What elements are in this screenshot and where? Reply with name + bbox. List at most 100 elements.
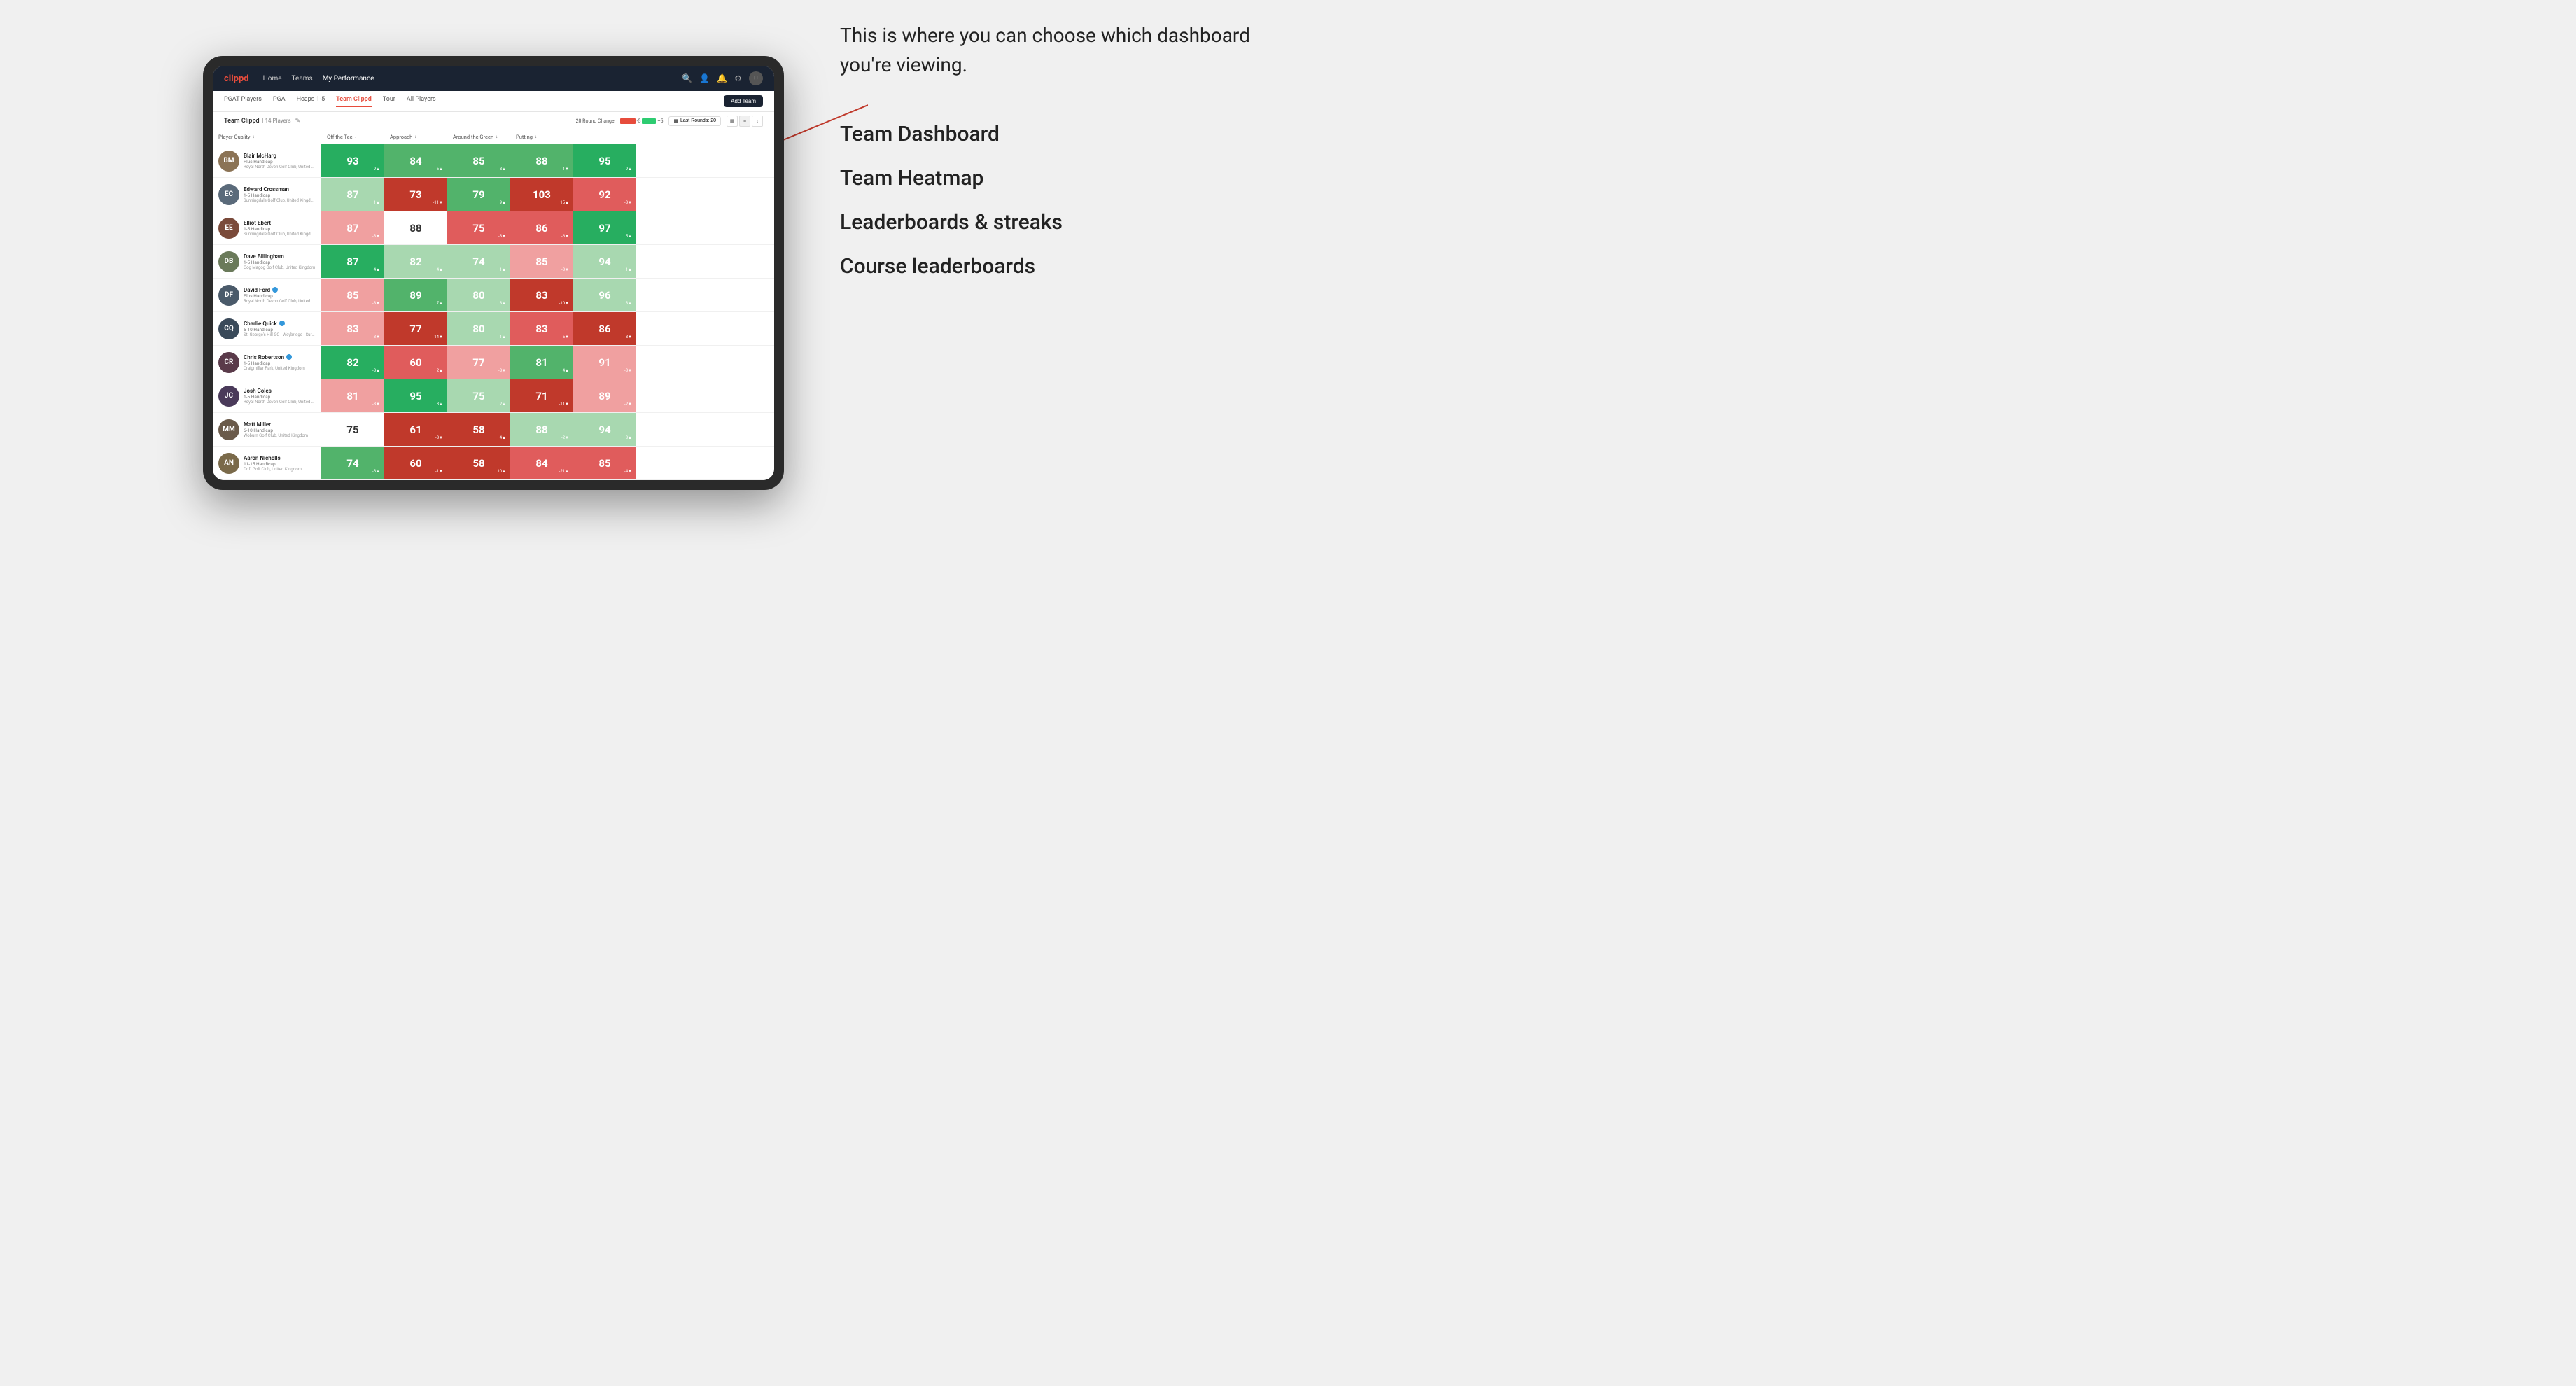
bell-icon[interactable]: 🔔 xyxy=(717,74,727,83)
score-cell-1-0: 871▲ xyxy=(321,178,384,211)
col-header-player[interactable]: Player Quality ↓ xyxy=(213,130,321,144)
player-info-6: CRChris Robertson1-5 HandicapCraigmillar… xyxy=(213,346,321,379)
score-value: 79 xyxy=(472,188,484,201)
add-team-button[interactable]: Add Team xyxy=(724,95,763,107)
table-row[interactable]: DBDave Billingham1-5 HandicapGog Magog G… xyxy=(213,245,774,279)
score-cell-6-3: 814▲ xyxy=(510,346,573,379)
avatar[interactable]: U xyxy=(749,71,763,85)
score-delta: 9▲ xyxy=(626,167,632,172)
table-row[interactable]: ANAaron Nicholls11-15 HandicapDrift Golf… xyxy=(213,447,774,480)
player-info-9: ANAaron Nicholls11-15 HandicapDrift Golf… xyxy=(213,447,321,479)
menu-item-course[interactable]: Course leaderboards xyxy=(840,254,1260,279)
player-club: Royal North Devon Golf Club, United King… xyxy=(244,400,316,405)
table-row[interactable]: CQ Charlie Quick6-10 HandicapSt. George's… xyxy=(213,312,774,346)
table-row[interactable]: JCJosh Coles1-5 HandicapRoyal North Devo… xyxy=(213,379,774,413)
annotation-area: This is where you can choose which dashb… xyxy=(840,21,1260,298)
player-name[interactable]: Elliot Ebert xyxy=(244,220,316,226)
menu-item-dashboard[interactable]: Team Dashboard xyxy=(840,122,1260,146)
player-name[interactable]: Aaron Nicholls xyxy=(244,455,302,461)
person-icon[interactable]: 👤 xyxy=(699,74,710,83)
search-icon[interactable]: 🔍 xyxy=(682,74,692,83)
player-info-7: JCJosh Coles1-5 HandicapRoyal North Devo… xyxy=(213,379,321,412)
score-value: 77 xyxy=(410,323,421,335)
player-details: Elliot Ebert1-5 HandicapSunningdale Golf… xyxy=(244,220,316,237)
score-delta: 4▲ xyxy=(374,267,380,272)
score-value: 95 xyxy=(410,390,421,402)
player-handicap: 1-5 Handicap xyxy=(244,360,305,366)
menu-item-heatmap[interactable]: Team Heatmap xyxy=(840,166,1260,190)
player-name[interactable]: Josh Coles xyxy=(244,388,316,394)
score-value: 86 xyxy=(598,323,610,335)
score-value: 96 xyxy=(598,289,610,302)
tab-pga[interactable]: PGA xyxy=(273,96,286,107)
score-cell-7-0: 81-3▼ xyxy=(321,379,384,412)
score-cell-3-2: 741▲ xyxy=(447,245,510,278)
col-header-putting[interactable]: Putting ↓ xyxy=(510,130,573,144)
player-name[interactable]: Matt Miller xyxy=(244,421,308,428)
player-name[interactable]: Charlie Quick xyxy=(244,321,316,327)
col-header-tee[interactable]: Off the Tee ↓ xyxy=(321,130,384,144)
settings-icon[interactable]: ⚙ xyxy=(734,74,742,83)
menu-item-leaderboards[interactable]: Leaderboards & streaks xyxy=(840,210,1260,234)
tab-tour[interactable]: Tour xyxy=(383,96,396,107)
bar-positive xyxy=(642,118,656,124)
player-info-1: ECEdward Crossman1-5 HandicapSunningdale… xyxy=(213,178,321,211)
score-value: 84 xyxy=(536,457,547,470)
table-view-icon[interactable]: ≡ xyxy=(739,115,750,127)
player-info-8: MMMatt Miller6-10 HandicapWoburn Golf Cl… xyxy=(213,413,321,446)
score-delta: -6▼ xyxy=(561,234,569,239)
table-row[interactable]: MMMatt Miller6-10 HandicapWoburn Golf Cl… xyxy=(213,413,774,447)
player-details: Blair McHargPlus HandicapRoyal North Dev… xyxy=(244,153,316,169)
col-header-green[interactable]: Around the Green ↓ xyxy=(447,130,510,144)
table-row[interactable]: BMBlair McHargPlus HandicapRoyal North D… xyxy=(213,144,774,178)
player-name[interactable]: Chris Robertson xyxy=(244,354,305,360)
score-value: 93 xyxy=(346,155,358,167)
tab-all-players[interactable]: All Players xyxy=(407,96,436,107)
player-info-5: CQ Charlie Quick6-10 HandicapSt. George's… xyxy=(213,312,321,345)
edit-icon[interactable]: ✎ xyxy=(295,118,301,125)
score-cell-4-0: 85-3▼ xyxy=(321,279,384,312)
score-cell-8-0: 75 xyxy=(321,413,384,446)
col-header-approach[interactable]: Approach ↓ xyxy=(384,130,447,144)
nav-link-performance[interactable]: My Performance xyxy=(323,75,374,83)
score-cell-2-4: 975▲ xyxy=(573,211,636,244)
player-name[interactable]: Dave Billingham xyxy=(244,253,315,260)
grid-view-icon[interactable]: ▦ xyxy=(727,115,738,127)
score-delta: 7▲ xyxy=(437,301,443,306)
table-row[interactable]: CRChris Robertson1-5 HandicapCraigmillar… xyxy=(213,346,774,379)
sub-nav-links: PGAT Players PGA Hcaps 1-5 Team Clippd T… xyxy=(224,96,724,107)
score-delta: 1▲ xyxy=(626,267,632,272)
table-row[interactable]: EEElliot Ebert1-5 HandicapSunningdale Go… xyxy=(213,211,774,245)
avatar: CQ xyxy=(218,318,239,340)
player-handicap: 1-5 Handicap xyxy=(244,226,316,232)
tab-team-clippd[interactable]: Team Clippd xyxy=(336,96,372,107)
team-header: Team Clippd | 14 Players ✎ 20 Round Chan… xyxy=(213,112,774,130)
score-cell-2-3: 86-6▼ xyxy=(510,211,573,244)
tablet-screen: clippd Home Teams My Performance 🔍 👤 🔔 ⚙… xyxy=(213,66,774,480)
table-row[interactable]: ECEdward Crossman1-5 HandicapSunningdale… xyxy=(213,178,774,211)
dashboard-menu-list: Team Dashboard Team Heatmap Leaderboards… xyxy=(840,122,1260,279)
player-handicap: 6-10 Handicap xyxy=(244,327,316,332)
table-row[interactable]: DFDavid FordPlus HandicapRoyal North Dev… xyxy=(213,279,774,312)
score-delta: 2▲ xyxy=(437,368,443,373)
player-name[interactable]: Edward Crossman xyxy=(244,186,316,192)
score-cell-1-1: 73-11▼ xyxy=(384,178,447,211)
score-value: 89 xyxy=(598,390,610,402)
last-rounds-button[interactable]: ▦ Last Rounds: 20 xyxy=(668,116,721,126)
bar-negative xyxy=(620,118,636,124)
tab-pgat[interactable]: PGAT Players xyxy=(224,96,262,107)
player-name[interactable]: David Ford xyxy=(244,287,316,293)
player-club: St. George's Hill GC - Weybridge - Surre… xyxy=(244,332,316,337)
nav-link-home[interactable]: Home xyxy=(263,75,282,83)
tab-hcaps[interactable]: Hcaps 1-5 xyxy=(297,96,326,107)
score-value: 91 xyxy=(598,356,610,369)
player-name[interactable]: Blair McHarg xyxy=(244,153,316,159)
score-value: 94 xyxy=(598,424,610,436)
score-cell-7-1: 958▲ xyxy=(384,379,447,412)
score-value: 71 xyxy=(536,390,547,402)
score-delta: 4▲ xyxy=(437,267,443,272)
score-value: 81 xyxy=(536,356,547,369)
nav-link-teams[interactable]: Teams xyxy=(292,75,313,83)
score-cell-3-1: 824▲ xyxy=(384,245,447,278)
list-view-icon[interactable]: ↕ xyxy=(752,115,763,127)
